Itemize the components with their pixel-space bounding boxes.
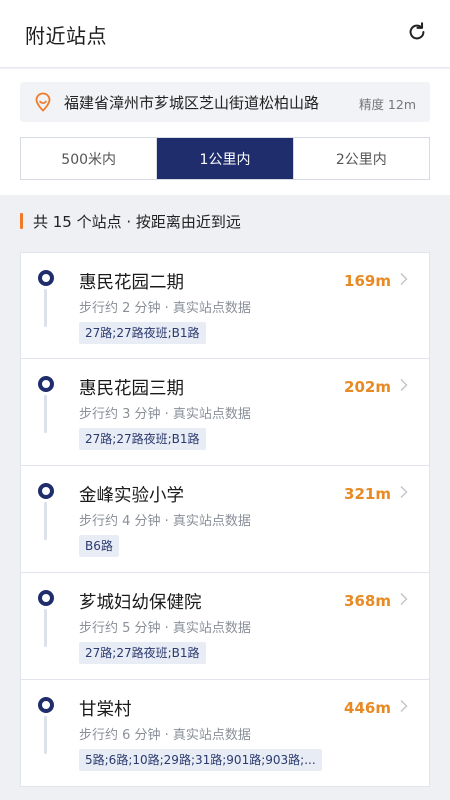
station-walk-time: 步行约 2 分钟 · 真实站点数据 [79, 301, 251, 316]
station-card[interactable]: 金峰实验小学 步行约 4 分钟 · 真实站点数据 B6路 321m [20, 466, 430, 573]
station-count-text: 共 15 个站点 · 按距离由近到远 [33, 212, 241, 231]
station-name: 甘棠村 [79, 700, 132, 720]
station-card[interactable]: 惠民花园二期 步行约 2 分钟 · 真实站点数据 27路;27路夜班;B1路 1… [20, 252, 430, 359]
station-list: 惠民花园二期 步行约 2 分钟 · 真实站点数据 27路;27路夜班;B1路 1… [20, 252, 430, 787]
app-header: 附近站点 [0, 0, 450, 68]
station-name: 金峰实验小学 [79, 486, 184, 506]
station-name: 惠民花园二期 [79, 273, 184, 293]
location-bar[interactable]: 福建省漳州市芗城区芝山街道松柏山路 精度 12m [20, 82, 430, 122]
timeline-line [44, 395, 47, 433]
station-distance: 368m [344, 592, 391, 610]
station-routes: 27路;27路夜班;B1路 [79, 642, 206, 664]
chevron-right-icon [400, 272, 408, 286]
station-dot-icon [38, 590, 54, 606]
station-walk-time: 步行约 3 分钟 · 真实站点数据 [79, 407, 251, 422]
station-card[interactable]: 芗城妇幼保健院 步行约 5 分钟 · 真实站点数据 27路;27路夜班;B1路 … [20, 573, 430, 680]
station-routes: 5路;6路;10路;29路;31路;901路;903路;... [79, 749, 322, 771]
station-dot-icon [38, 270, 54, 286]
station-distance: 446m [344, 699, 391, 717]
location-pin-icon [35, 92, 51, 112]
filter-panel: 福建省漳州市芗城区芝山街道松柏山路 精度 12m 500米内 1公里内 2公里内 [0, 69, 450, 195]
station-card[interactable]: 惠民花园三期 步行约 3 分钟 · 真实站点数据 27路;27路夜班;B1路 2… [20, 359, 430, 466]
tab-2km[interactable]: 2公里内 [292, 138, 429, 179]
timeline-line [44, 609, 47, 647]
chevron-right-icon [400, 378, 408, 392]
station-dot-icon [38, 697, 54, 713]
refresh-icon[interactable] [406, 21, 428, 43]
station-routes: 27路;27路夜班;B1路 [79, 322, 206, 344]
station-name: 芗城妇幼保健院 [79, 593, 202, 613]
station-dot-icon [38, 483, 54, 499]
timeline-line [44, 289, 47, 327]
chevron-right-icon [400, 699, 408, 713]
station-walk-time: 步行约 6 分钟 · 真实站点数据 [79, 728, 251, 743]
station-distance: 169m [344, 272, 391, 290]
section-marker [20, 213, 23, 229]
timeline-line [44, 502, 47, 540]
distance-tabs: 500米内 1公里内 2公里内 [20, 137, 430, 180]
tab-500m[interactable]: 500米内 [21, 138, 156, 179]
timeline-line [44, 716, 47, 754]
station-walk-time: 步行约 4 分钟 · 真实站点数据 [79, 514, 251, 529]
station-dot-icon [38, 376, 54, 392]
page-title: 附近站点 [25, 24, 107, 48]
station-count: 共 15 个站点 · 按距离由近到远 [20, 211, 241, 231]
station-walk-time: 步行约 5 分钟 · 真实站点数据 [79, 621, 251, 636]
current-address: 福建省漳州市芗城区芝山街道松柏山路 [64, 94, 320, 112]
location-accuracy: 精度 12m [358, 97, 416, 112]
station-routes: B6路 [79, 535, 119, 557]
tab-1km[interactable]: 1公里内 [156, 138, 293, 179]
station-name: 惠民花园三期 [79, 379, 184, 399]
station-card[interactable]: 甘棠村 步行约 6 分钟 · 真实站点数据 5路;6路;10路;29路;31路;… [20, 680, 430, 787]
station-distance: 202m [344, 378, 391, 396]
chevron-right-icon [400, 592, 408, 606]
chevron-right-icon [400, 485, 408, 499]
station-distance: 321m [344, 485, 391, 503]
station-routes: 27路;27路夜班;B1路 [79, 428, 206, 450]
